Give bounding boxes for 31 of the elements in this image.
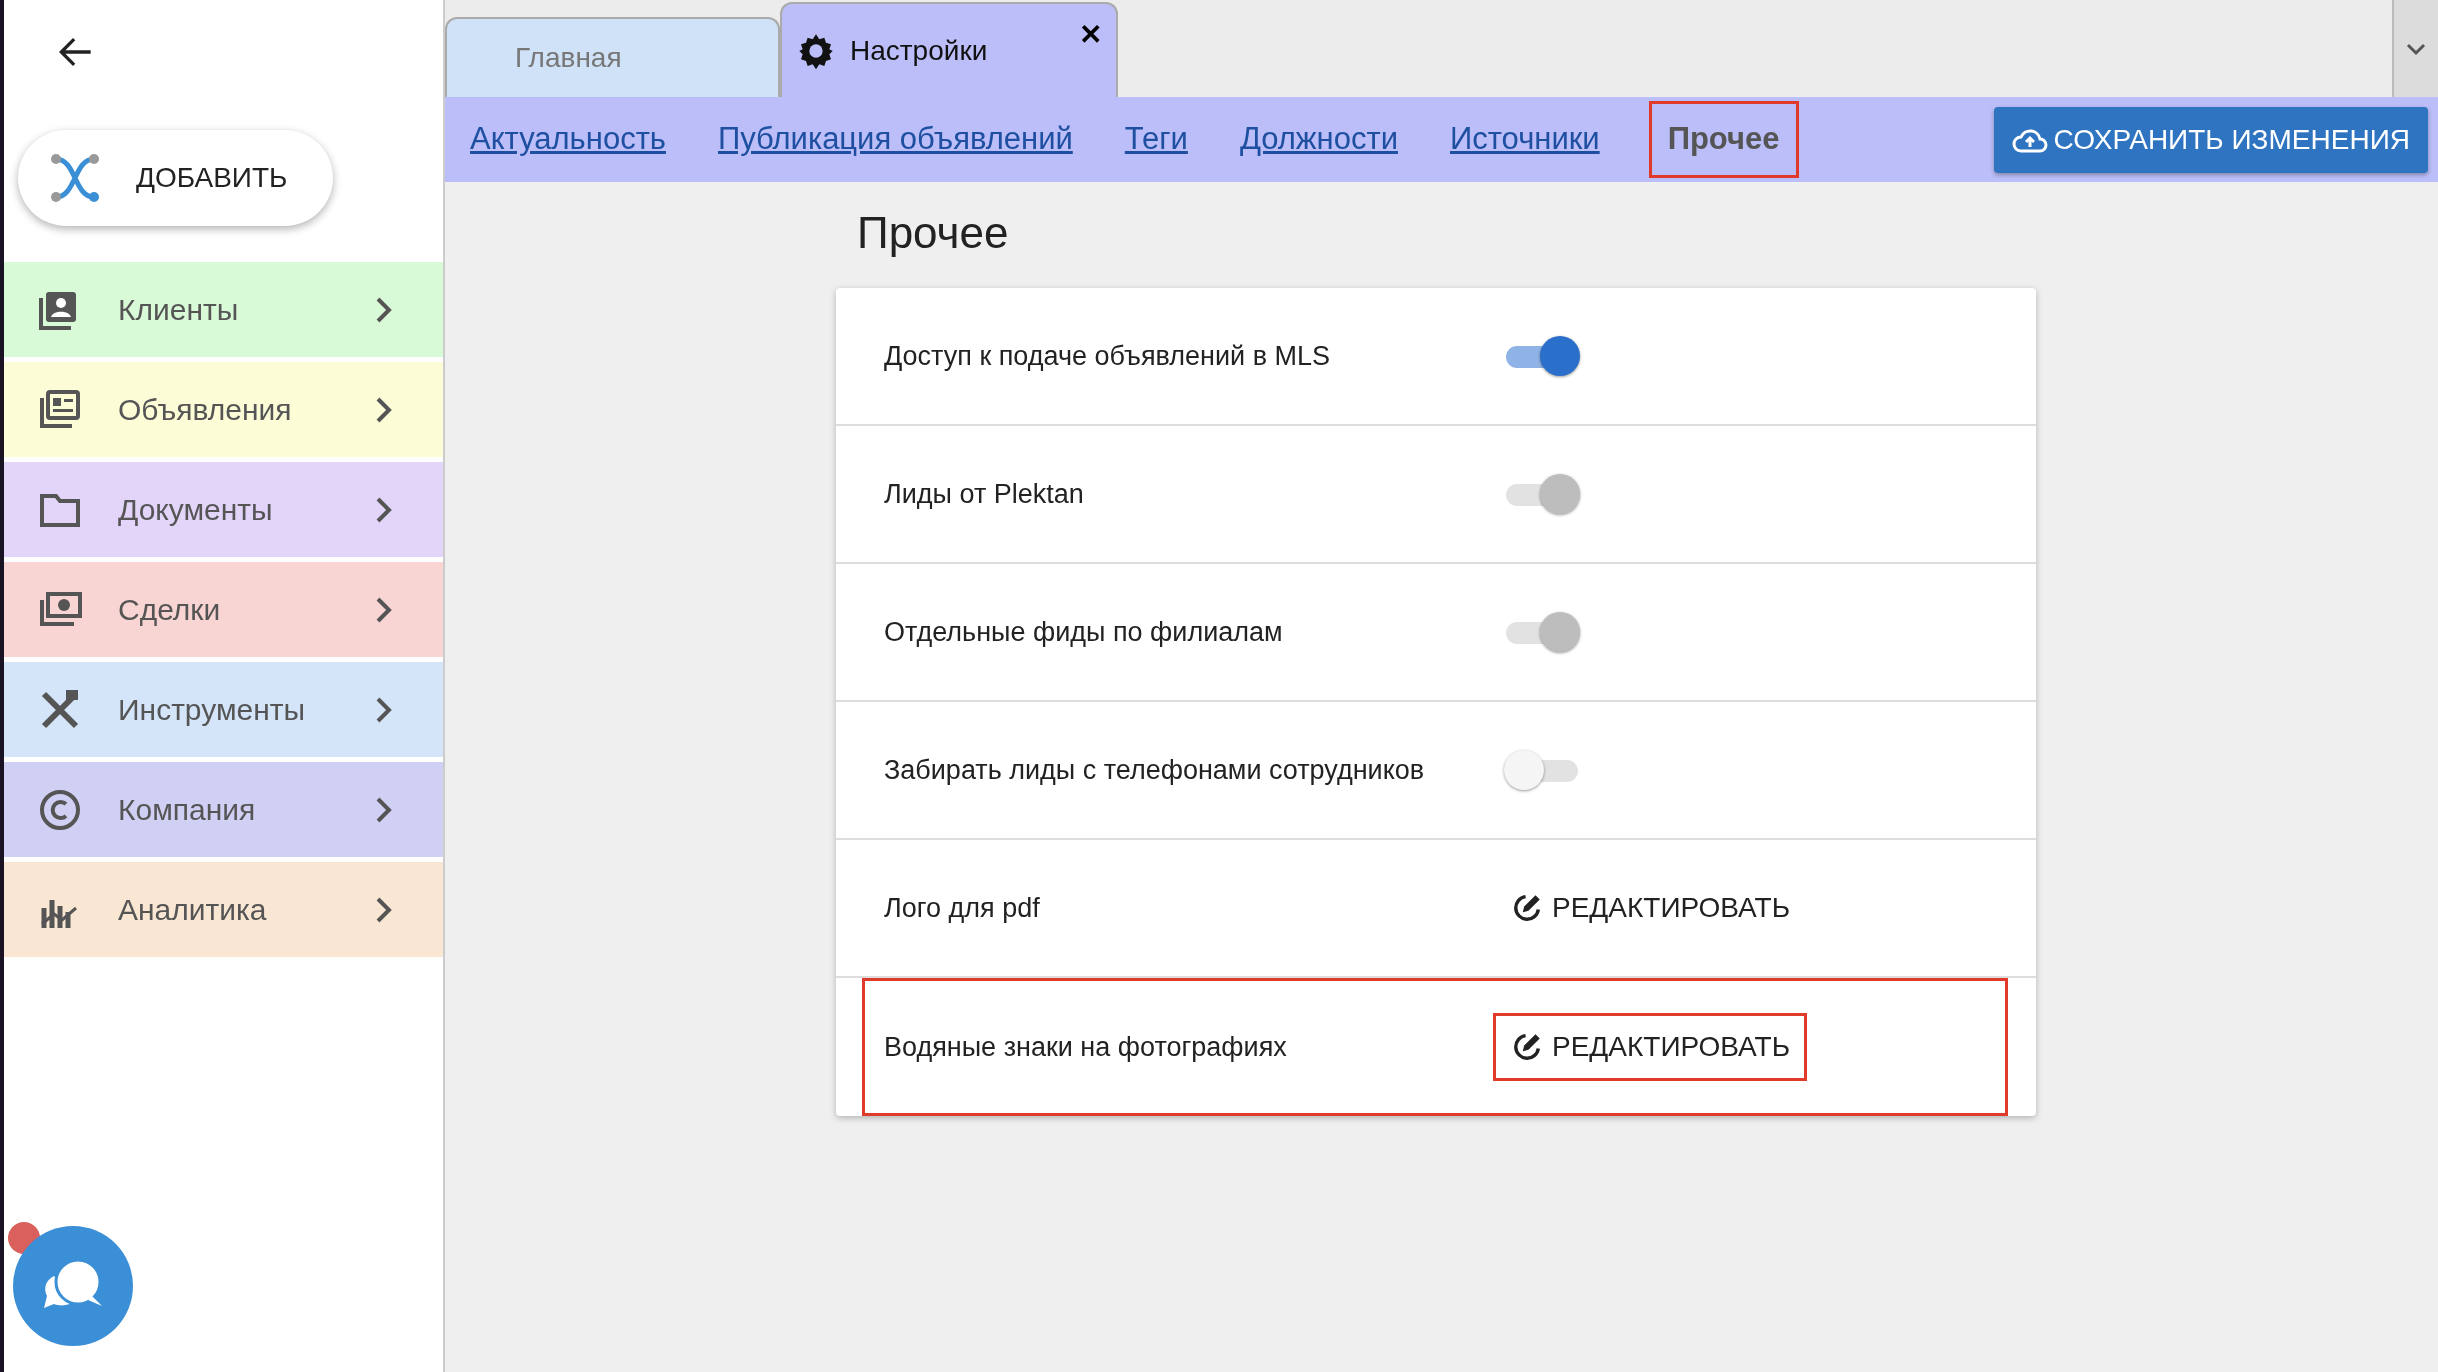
menu-item[interactable]: Компания: [4, 762, 443, 857]
add-button[interactable]: ДОБАВИТЬ: [18, 130, 333, 226]
subnav-link[interactable]: Публикация объявлений: [718, 116, 1073, 163]
menu-item[interactable]: Документы: [4, 462, 443, 557]
setting-label: Забирать лиды с телефонами сотрудников: [884, 753, 1426, 787]
setting-label: Лого для pdf: [884, 891, 1041, 925]
menu-item[interactable]: Инструменты: [4, 662, 443, 757]
setting-label: Водяные знаки на фотографиях: [884, 1030, 1288, 1064]
close-button[interactable]: ✕: [1079, 14, 1102, 56]
edit-button[interactable]: РЕДАКТИРОВАТЬ: [1496, 877, 1805, 939]
save-button[interactable]: СОХРАНИТЬ ИЗМЕНЕНИЯ: [1993, 106, 2428, 173]
tab[interactable]: Главная: [445, 17, 780, 97]
menu-item[interactable]: Объявления: [4, 362, 443, 457]
setting-label: Лиды от Plektan: [884, 477, 1085, 511]
tab[interactable]: Настройки ✕: [780, 2, 1118, 97]
subnav-link[interactable]: Теги: [1124, 116, 1188, 163]
menu-item[interactable]: Аналитика: [4, 862, 443, 957]
subnav-link[interactable]: Актуальность: [470, 116, 666, 163]
edit-button[interactable]: РЕДАКТИРОВАТЬ: [1496, 1016, 1805, 1078]
setting-label: Отдельные фиды по филиалам: [884, 615, 1284, 649]
toggle-switch[interactable]: [1504, 750, 1580, 790]
toggle-switch[interactable]: [1504, 336, 1580, 376]
chevron-down-icon: [2405, 41, 2427, 56]
menu-item[interactable]: Сделки: [4, 562, 443, 657]
subnav-link[interactable]: Прочее: [1651, 104, 1796, 175]
subnav-link[interactable]: Должности: [1239, 116, 1398, 163]
setting-label: Доступ к подаче объявлений в MLS: [884, 339, 1332, 373]
menu-item[interactable]: Клиенты: [4, 262, 443, 357]
subnav-link[interactable]: Источники: [1450, 116, 1600, 163]
copyright-icon: [38, 787, 82, 832]
page-title: Прочее: [857, 207, 1010, 259]
